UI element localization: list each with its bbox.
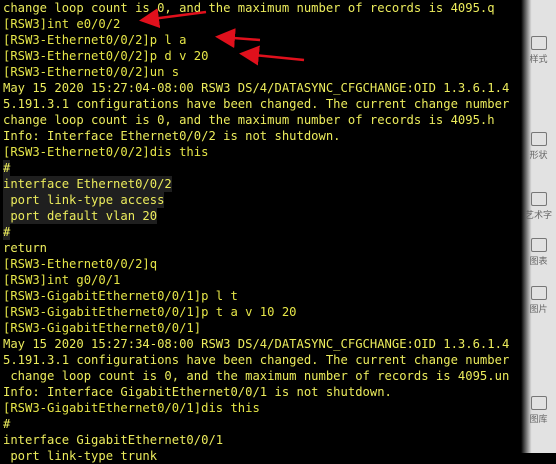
annotation-arrow-2	[215, 28, 261, 49]
annotation-arrow-3	[239, 45, 305, 66]
annotation-arrows	[139, 8, 305, 66]
annotation-arrow-1	[139, 8, 207, 28]
